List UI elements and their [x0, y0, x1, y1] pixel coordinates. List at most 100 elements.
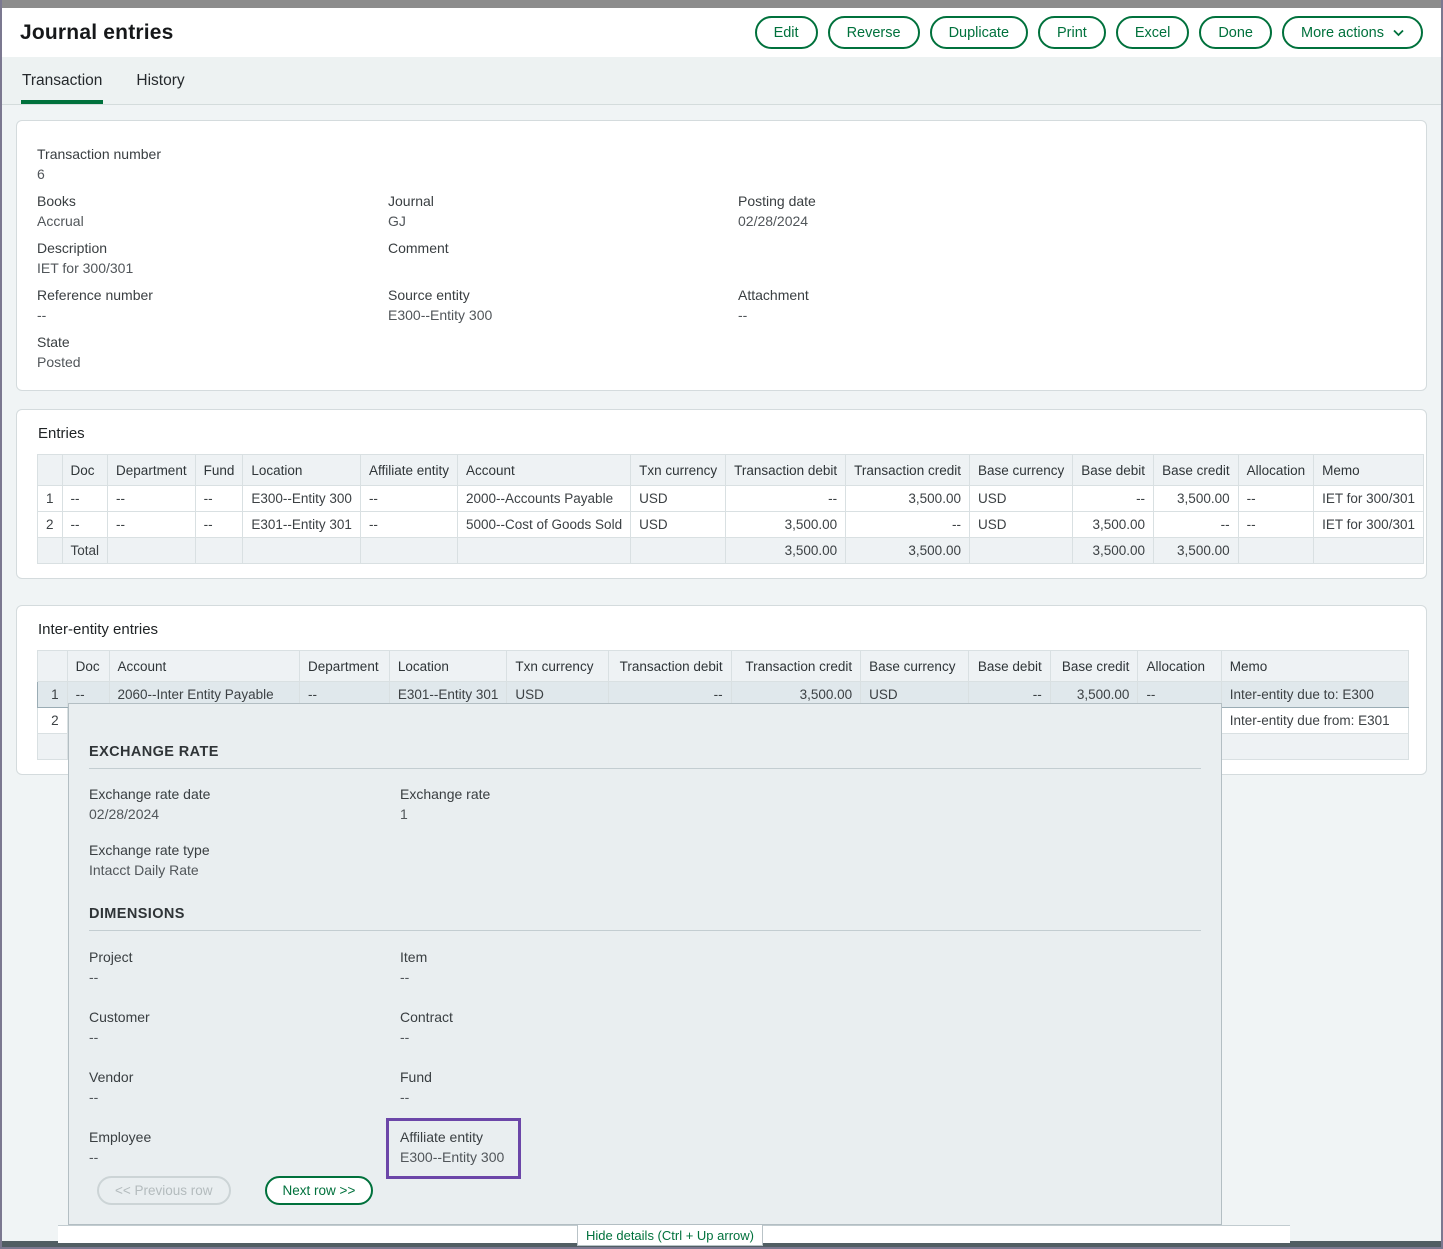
field-label: Journal [388, 192, 738, 211]
field-transaction-number: Transaction number 6 [37, 145, 388, 184]
duplicate-button[interactable]: Duplicate [930, 16, 1028, 49]
field-comment: Comment [388, 239, 738, 278]
field-label: Description [37, 239, 388, 258]
field-value: IET for 300/301 [37, 259, 388, 278]
field-value: -- [400, 968, 1201, 987]
column-header: Txn currency [507, 651, 608, 682]
column-header: Account [457, 455, 630, 486]
next-row-button[interactable]: Next row >> [265, 1176, 374, 1205]
more-actions-button[interactable]: More actions [1282, 16, 1423, 49]
field-value: 02/28/2024 [89, 805, 400, 824]
column-header: Doc [62, 455, 108, 486]
journal-entries-page: Journal entries Edit Reverse Duplicate P… [0, 0, 1443, 1249]
entries-card: Entries DocDepartmentFundLocationAffilia… [16, 409, 1427, 579]
reverse-button[interactable]: Reverse [828, 16, 920, 49]
field-books: Books Accrual [37, 192, 388, 231]
divider [89, 768, 1201, 769]
field-label: Reference number [37, 286, 388, 305]
column-header [38, 455, 63, 486]
column-header: Transaction credit [846, 455, 970, 486]
field-label: Books [37, 192, 388, 211]
column-header: Base currency [861, 651, 969, 682]
column-header: Base debit [968, 651, 1050, 682]
affiliate-entity-highlight: Affiliate entity E300--Entity 300 [386, 1118, 521, 1179]
field-value: 1 [400, 805, 1201, 824]
field-label: Customer [89, 1008, 400, 1027]
column-header: Base debit [1073, 455, 1154, 486]
column-header: Transaction debit [608, 651, 731, 682]
column-header: Location [243, 455, 361, 486]
column-header: Allocation [1238, 455, 1314, 486]
field-label: Exchange rate date [89, 785, 400, 804]
field-value: -- [400, 1028, 1201, 1047]
transaction-details-card: Transaction number 6 Books Accrual Journ… [16, 120, 1427, 391]
field-value: -- [89, 968, 400, 987]
field-attachment: Attachment -- [738, 286, 1411, 325]
previous-row-button[interactable]: << Previous row [97, 1176, 231, 1205]
field-vendor: Vendor -- [89, 1068, 400, 1107]
column-header [38, 651, 68, 682]
row-navigation: << Previous row Next row >> [97, 1176, 373, 1205]
chevron-down-icon [1393, 29, 1404, 37]
tab-history[interactable]: History [135, 57, 185, 104]
window-top-edge [2, 0, 1441, 8]
field-value: Posted [37, 353, 388, 372]
field-exchange-rate-type: Exchange rate type Intacct Daily Rate [89, 841, 400, 880]
page-title: Journal entries [20, 21, 174, 45]
print-button[interactable]: Print [1038, 16, 1106, 49]
field-value: -- [89, 1088, 400, 1107]
more-actions-label: More actions [1301, 25, 1384, 41]
field-value [388, 259, 738, 278]
field-label: Contract [400, 1008, 1201, 1027]
field-value: -- [89, 1028, 400, 1047]
column-header: Base credit [1154, 455, 1239, 486]
field-label: State [37, 333, 388, 352]
field-journal: Journal GJ [388, 192, 738, 231]
field-state: State Posted [37, 333, 388, 372]
interentity-title: Inter-entity entries [38, 621, 1409, 638]
table-row[interactable]: Total3,500.003,500.003,500.003,500.00 [38, 538, 1424, 564]
field-customer: Customer -- [89, 1008, 400, 1047]
exchange-rate-heading: EXCHANGE RATE [89, 744, 1201, 760]
field-affiliate-entity: Affiliate entity E300--Entity 300 [400, 1128, 1201, 1179]
edit-button[interactable]: Edit [755, 16, 818, 49]
field-description: Description IET for 300/301 [37, 239, 388, 278]
action-button-group: Edit Reverse Duplicate Print Excel Done … [755, 16, 1423, 49]
field-source-entity: Source entity E300--Entity 300 [388, 286, 738, 325]
column-header: Department [300, 651, 390, 682]
divider [89, 930, 1201, 931]
excel-button[interactable]: Excel [1116, 16, 1189, 49]
done-button[interactable]: Done [1199, 16, 1272, 49]
field-label: Posting date [738, 192, 1411, 211]
field-exchange-rate-date: Exchange rate date 02/28/2024 [89, 785, 400, 824]
field-value: 02/28/2024 [738, 212, 1411, 231]
field-exchange-rate: Exchange rate 1 [400, 785, 1201, 824]
field-project: Project -- [89, 948, 400, 987]
field-label: Item [400, 948, 1201, 967]
table-row[interactable]: 2------E301--Entity 301--5000--Cost of G… [38, 512, 1424, 538]
hide-details-tab[interactable]: Hide details (Ctrl + Up arrow) [577, 1225, 763, 1246]
field-label: Fund [400, 1068, 1201, 1087]
field-value: -- [89, 1148, 400, 1167]
column-header: Location [389, 651, 507, 682]
column-header: Txn currency [631, 455, 726, 486]
column-header: Allocation [1138, 651, 1221, 682]
field-label: Exchange rate type [89, 841, 400, 860]
field-value: -- [37, 306, 388, 325]
column-header: Transaction debit [726, 455, 846, 486]
field-label: Attachment [738, 286, 1411, 305]
column-header: Transaction credit [731, 651, 861, 682]
column-header: Memo [1221, 651, 1408, 682]
field-reference-number: Reference number -- [37, 286, 388, 325]
table-row[interactable]: 1------E300--Entity 300--2000--Accounts … [38, 486, 1424, 512]
entries-title: Entries [38, 425, 1409, 442]
page-header: Journal entries Edit Reverse Duplicate P… [2, 8, 1441, 57]
field-label: Employee [89, 1128, 400, 1147]
field-value: -- [738, 306, 1411, 325]
row-details-panel: EXCHANGE RATE Exchange rate date 02/28/2… [68, 703, 1222, 1225]
tab-transaction[interactable]: Transaction [21, 57, 103, 104]
field-value: 6 [37, 165, 388, 184]
field-value: -- [400, 1088, 1201, 1107]
field-value: E300--Entity 300 [388, 306, 738, 325]
tab-bar: Transaction History [2, 57, 1441, 105]
